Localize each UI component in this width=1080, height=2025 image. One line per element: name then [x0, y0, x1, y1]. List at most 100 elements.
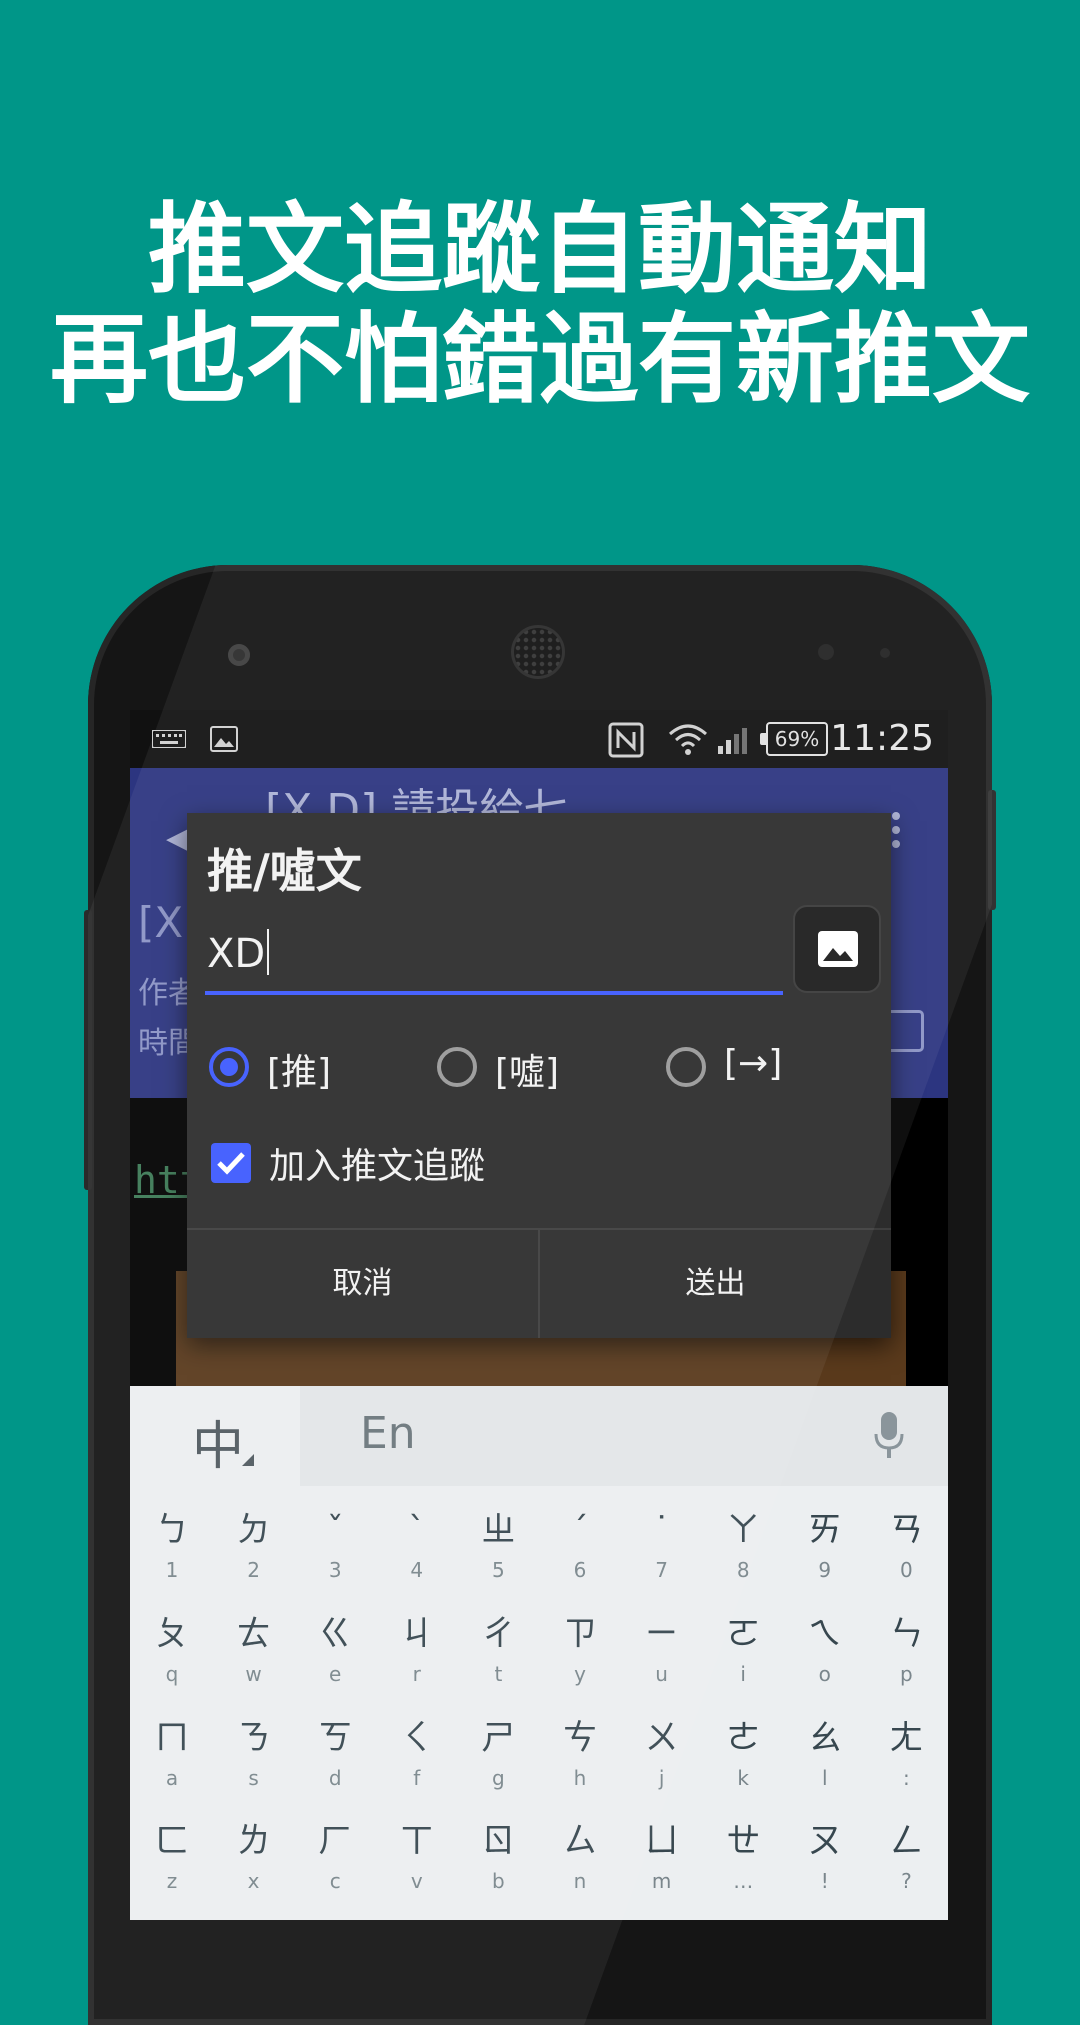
proximity-sensor: [818, 644, 834, 660]
key-secondary: 9: [818, 1558, 832, 1582]
cancel-button[interactable]: 取消: [187, 1230, 538, 1338]
keyboard-key[interactable]: ㄑf: [377, 1716, 457, 1812]
key-symbol: ㄩ: [644, 1821, 679, 1861]
key-secondary: 7: [655, 1558, 668, 1582]
keyboard-key[interactable]: ㄧu: [622, 1612, 702, 1708]
overflow-menu-icon[interactable]: [890, 810, 902, 850]
keyboard-key[interactable]: ㄎd: [295, 1716, 375, 1812]
keyboard-key[interactable]: ㄗy: [540, 1612, 620, 1708]
keyboard-key[interactable]: ㄞ9: [785, 1508, 865, 1604]
key-secondary: 3: [328, 1558, 342, 1582]
key-symbol: ㄢ: [889, 1510, 924, 1550]
keyboard-key[interactable]: ˇ3: [295, 1508, 375, 1604]
earpiece-speaker: [514, 628, 562, 676]
keyboard-key[interactable]: ˙ 7: [622, 1508, 702, 1604]
key-symbol: ㄨ: [644, 1718, 679, 1758]
radio-push-indicator: [209, 1047, 249, 1087]
comment-input[interactable]: XD: [205, 923, 783, 995]
keyboard-key[interactable]: ㄈz: [132, 1819, 212, 1915]
keyboard-key[interactable]: ㄜk: [703, 1716, 783, 1812]
keyboard-key[interactable]: ㄇa: [132, 1716, 212, 1812]
key-symbol: ㄔ: [481, 1614, 516, 1654]
text-caret: [267, 929, 270, 975]
track-checkbox-label[interactable]: 加入推文追蹤: [269, 1137, 485, 1189]
key-secondary: u: [655, 1662, 668, 1686]
key-symbol: ㄆ: [155, 1614, 189, 1654]
track-checkbox[interactable]: [211, 1143, 251, 1183]
key-symbol: ㄑ: [399, 1718, 434, 1758]
key-secondary: ?: [901, 1869, 912, 1893]
phone-screen: 69% 11:25 ◀ [X D] 請投給七 [X 作者 時間 htt 推/噓文…: [130, 710, 948, 1920]
keyboard-key[interactable]: ㄡ!: [785, 1819, 865, 1915]
keyboard-key[interactable]: ㄟo: [785, 1612, 865, 1708]
key-secondary: j: [658, 1766, 665, 1790]
key-symbol: ㄤ: [889, 1718, 924, 1758]
keyboard-key[interactable]: ˊ6: [540, 1508, 620, 1604]
microphone-icon[interactable]: [874, 1412, 904, 1460]
key-symbol: ㄗ: [563, 1614, 597, 1654]
keyboard-key[interactable]: ㄓ5: [458, 1508, 538, 1604]
keyboard-key[interactable]: ㄤ:: [866, 1716, 946, 1812]
key-symbol: ˋ: [408, 1510, 426, 1550]
insert-image-button[interactable]: [793, 905, 881, 993]
key-symbol: ㄓ: [481, 1510, 516, 1550]
keyboard-key[interactable]: ㄍe: [295, 1612, 375, 1708]
keyboard-key[interactable]: ㄥ?: [866, 1819, 946, 1915]
keyboard-key[interactable]: ˋ4: [377, 1508, 457, 1604]
keyboard-key[interactable]: ㄅ1: [132, 1508, 212, 1604]
keyboard-key[interactable]: ㄢ0: [866, 1508, 946, 1604]
checkmark-icon: [217, 1152, 245, 1175]
key-symbol: ㄣ: [889, 1614, 924, 1654]
key-secondary: p: [900, 1662, 913, 1686]
key-symbol: ㄘ: [563, 1718, 597, 1758]
keyboard-key[interactable]: ㄚ8: [703, 1508, 783, 1604]
keyboard-key[interactable]: ㄋs: [214, 1716, 294, 1812]
keyboard-key[interactable]: ㄔt: [458, 1612, 538, 1708]
keyboard-key[interactable]: ㄨj: [622, 1716, 702, 1812]
keyboard-key[interactable]: ㄉ2: [214, 1508, 294, 1604]
keyboard-key[interactable]: ㄕg: [458, 1716, 538, 1812]
key-symbol: ㄎ: [318, 1718, 353, 1758]
keyboard-key[interactable]: ㄩm: [622, 1819, 702, 1915]
key-symbol: ㄠ: [807, 1718, 842, 1758]
key-symbol: ㄇ: [155, 1718, 189, 1758]
key-symbol: ㄊ: [236, 1614, 271, 1654]
article-title: [X: [138, 898, 184, 947]
keyboard-key[interactable]: ㄊw: [214, 1612, 294, 1708]
keyboard-key[interactable]: ㄖb: [458, 1819, 538, 1915]
keyboard-key[interactable]: ㄆq: [132, 1612, 212, 1708]
keyboard-key[interactable]: ㄝ…: [703, 1819, 783, 1915]
key-symbol: ˙: [653, 1510, 671, 1550]
key-secondary: 6: [573, 1558, 587, 1582]
keyboard-key[interactable]: ㄛi: [703, 1612, 783, 1708]
key-symbol: ㄏ: [318, 1821, 353, 1861]
keyboard-key[interactable]: ㄌx: [214, 1819, 294, 1915]
keyboard-key[interactable]: ㄣp: [866, 1612, 946, 1708]
key-secondary: q: [165, 1662, 179, 1686]
key-secondary: b: [492, 1869, 505, 1893]
english-switch-key[interactable]: En: [360, 1408, 416, 1459]
keyboard-key[interactable]: ㄘh: [540, 1716, 620, 1812]
keyboard-key[interactable]: ㄒv: [377, 1819, 457, 1915]
push-dialog: 推/噓文 XD [推] [噓] [→] 加入推文追蹤 取消 送出: [187, 813, 891, 1338]
key-secondary: x: [247, 1869, 260, 1893]
key-symbol: ㄋ: [236, 1718, 271, 1758]
key-secondary: h: [573, 1766, 587, 1790]
key-secondary: z: [166, 1869, 178, 1893]
language-switch-key[interactable]: 中: [130, 1386, 300, 1486]
radio-push-label: [推]: [267, 1052, 332, 1093]
key-secondary: k: [737, 1766, 749, 1790]
key-symbol: ˊ: [571, 1510, 589, 1550]
keyboard-key[interactable]: ㄠl: [785, 1716, 865, 1812]
key-secondary: t: [494, 1662, 503, 1686]
radio-boo-indicator: [437, 1047, 477, 1087]
send-button[interactable]: 送出: [540, 1230, 891, 1338]
keyboard-key[interactable]: ㄏc: [295, 1819, 375, 1915]
keyboard-key[interactable]: ㄐr: [377, 1612, 457, 1708]
key-secondary: e: [329, 1662, 342, 1686]
key-symbol: ㄉ: [236, 1510, 271, 1550]
keyboard-key[interactable]: ㄙn: [540, 1819, 620, 1915]
language-menu-indicator: [242, 1454, 254, 1466]
key-symbol: ㄝ: [726, 1821, 761, 1861]
key-secondary: w: [245, 1662, 262, 1686]
